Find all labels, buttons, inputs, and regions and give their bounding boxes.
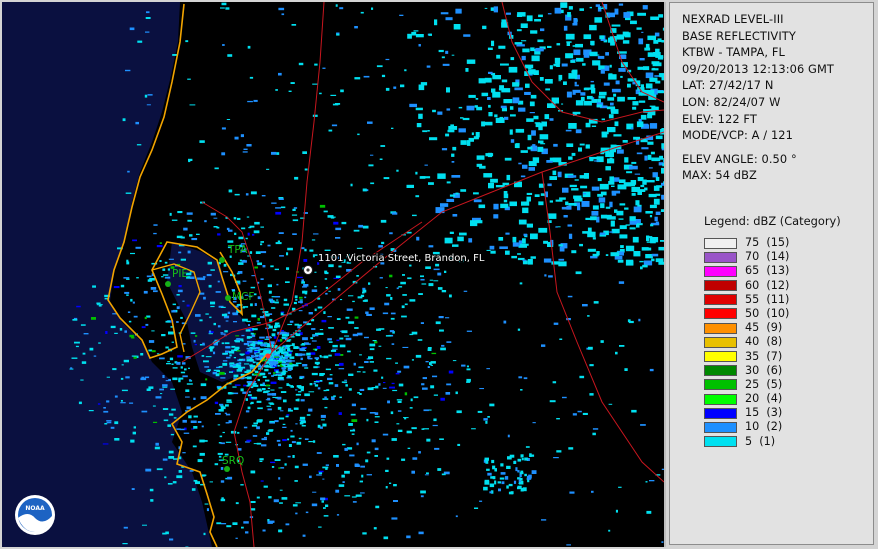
legend-swatch (704, 365, 737, 377)
legend-title: Legend: dBZ (Category) (704, 213, 841, 228)
legend-swatch (704, 379, 737, 391)
legend-row: 30 (6) (704, 364, 873, 378)
radar-info: NEXRAD LEVEL-III BASE REFLECTIVITY KTBW … (682, 11, 873, 184)
airport-pie-dot (165, 281, 171, 287)
legend-label: 20 (4) (745, 392, 783, 406)
airport-srq[interactable]: SRQ (222, 455, 244, 472)
airport-tpa-dot (219, 257, 225, 263)
legend-label: 75 (15) (745, 236, 790, 250)
info-latitude: LAT: 27/42/17 N (682, 78, 774, 93)
legend-swatch (704, 393, 737, 405)
legend-row: 40 (8) (704, 335, 873, 349)
info-product-type: BASE REFLECTIVITY (682, 28, 796, 43)
legend-row: 65 (13) (704, 264, 873, 278)
legend-label: 10 (2) (745, 420, 783, 434)
legend-swatch (704, 237, 737, 249)
radar-site-marker (265, 353, 271, 359)
legend-swatch (704, 407, 737, 419)
airport-tpa-label: TPA (227, 244, 248, 256)
legend: 75 (15) 70 (14) 65 (13) 60 (12) 55 (11) 50 (1… (704, 236, 873, 449)
legend-label: 30 (6) (745, 363, 783, 377)
info-mode-vcp: MODE/VCP: A / 121 (682, 128, 793, 143)
legend-row: 70 (14) (704, 250, 873, 264)
legend-swatch (704, 265, 737, 277)
legend-swatch (704, 294, 737, 306)
legend-row: 75 (15) (704, 236, 873, 250)
legend-row: 60 (12) (704, 279, 873, 293)
legend-row: 5 (1) (704, 435, 873, 449)
road-i4 (271, 131, 664, 353)
airport-pie-label: PIE (172, 268, 188, 280)
legend-row: 10 (2) (704, 420, 873, 434)
location-pin-center (306, 268, 310, 272)
legend-swatch (704, 351, 737, 363)
airport-mcf-dot (225, 295, 231, 301)
noaa-logo: NOAA (15, 495, 55, 535)
legend-label: 60 (12) (745, 278, 790, 292)
info-panel: NEXRAD LEVEL-III BASE REFLECTIVITY KTBW … (669, 2, 874, 545)
legend-swatch (704, 421, 737, 433)
legend-label: 45 (9) (745, 321, 783, 335)
legend-swatch (704, 280, 737, 292)
legend-swatch (704, 308, 737, 320)
legend-swatch (704, 436, 737, 448)
legend-swatch (704, 251, 737, 263)
legend-row: 15 (3) (704, 406, 873, 420)
airport-mcf-label: MCF (232, 291, 254, 303)
legend-label: 25 (5) (745, 377, 783, 391)
info-elev-angle: ELEV ANGLE: 0.50 ° (682, 151, 797, 166)
legend-row: 55 (11) (704, 293, 873, 307)
legend-label: 65 (13) (745, 264, 790, 278)
info-max-dbz: MAX: 54 dBZ (682, 168, 757, 183)
info-product: NEXRAD LEVEL-III (682, 12, 784, 26)
road-i75 (233, 2, 325, 547)
legend-label: 55 (11) (745, 292, 790, 306)
info-longitude: LON: 82/24/07 W (682, 94, 781, 109)
legend-label: 5 (1) (745, 434, 776, 448)
legend-row: 45 (9) (704, 321, 873, 335)
info-timestamp: 09/20/2013 12:13:06 GMT (682, 61, 834, 76)
legend-row: 25 (5) (704, 378, 873, 392)
legend-row: 35 (7) (704, 349, 873, 363)
legend-label: 15 (3) (745, 406, 783, 420)
legend-label: 70 (14) (745, 250, 790, 264)
noaa-logo-text: NOAA (25, 505, 45, 512)
legend-swatch (704, 336, 737, 348)
legend-row: 50 (10) (704, 307, 873, 321)
radar-map-canvas[interactable]: TPA PIE MCF SRQ 1101 Victoria Street, Br… (2, 2, 664, 547)
airport-srq-label: SRQ (222, 455, 244, 467)
legend-row: 20 (4) (704, 392, 873, 406)
info-elevation: ELEV: 122 FT (682, 111, 757, 126)
legend-label: 35 (7) (745, 349, 783, 363)
radar-map[interactable]: TPA PIE MCF SRQ 1101 Victoria Street, Br… (2, 2, 666, 547)
legend-swatch (704, 322, 737, 334)
legend-label: 50 (10) (745, 306, 790, 320)
location-marker[interactable]: 1101 Victoria Street, Brandon, FL (303, 252, 486, 275)
location-label: 1101 Victoria Street, Brandon, FL (318, 253, 485, 264)
legend-label: 40 (8) (745, 335, 783, 349)
info-station: KTBW - TAMPA, FL (682, 45, 785, 60)
